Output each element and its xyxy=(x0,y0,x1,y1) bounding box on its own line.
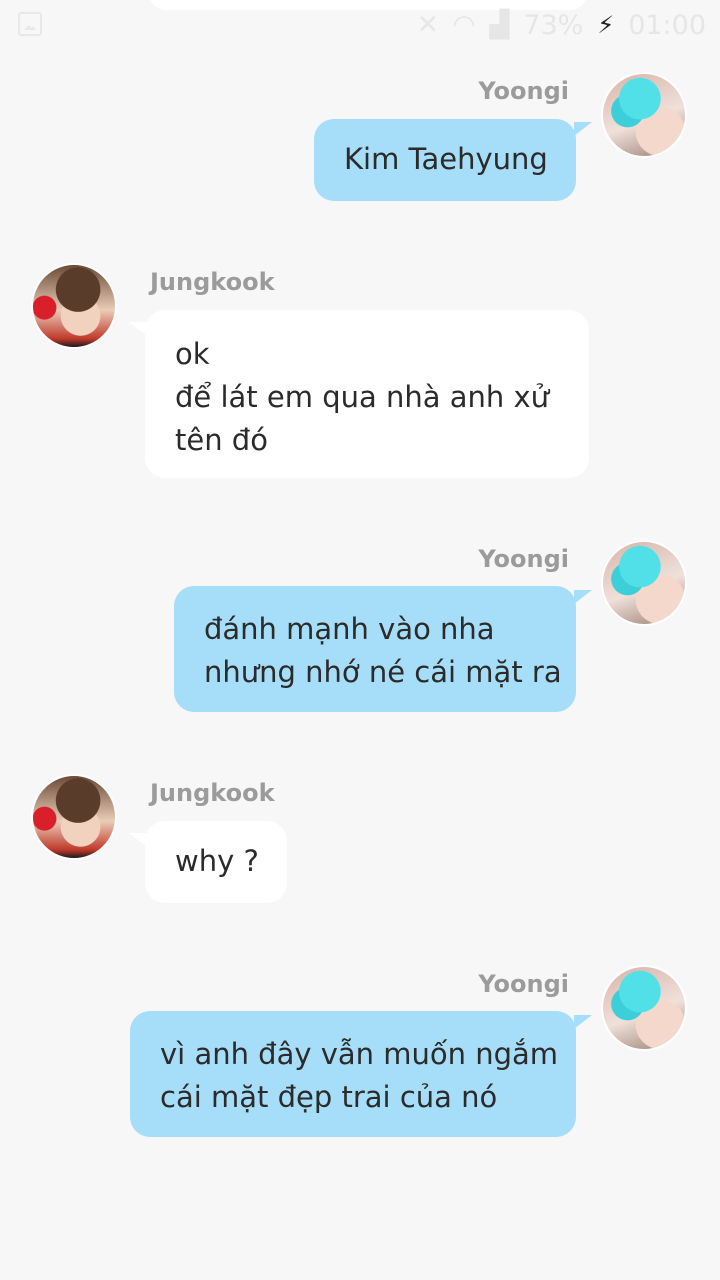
sender-name: Yoongi xyxy=(478,77,569,105)
avatar[interactable] xyxy=(601,72,687,158)
sender-name: Yoongi xyxy=(478,545,569,573)
clock: 01:00 xyxy=(628,9,706,41)
wifi-icon: ◠ xyxy=(452,10,476,40)
gallery-icon xyxy=(18,12,42,36)
message-line: tên đó xyxy=(175,423,268,457)
avatar[interactable] xyxy=(601,965,687,1051)
message-line: ok xyxy=(175,337,210,371)
mute-icon: ✕ xyxy=(416,10,439,40)
message-line: nhưng nhớ né cái mặt ra xyxy=(204,655,562,689)
charging-icon: ⚡ xyxy=(597,11,615,39)
bubble-tail xyxy=(574,590,592,604)
signal-icon: ▟ xyxy=(489,10,510,40)
message-bubble[interactable]: Kim Taehyung xyxy=(314,119,576,201)
bubble-tail xyxy=(574,122,592,136)
status-bar: ✕ ◠ ▟ 73% ⚡ 01:00 xyxy=(0,0,720,50)
message-line: để lát em qua nhà anh xử xyxy=(175,380,550,414)
avatar[interactable] xyxy=(601,540,687,626)
sender-name: Jungkook xyxy=(150,268,275,296)
sender-name: Yoongi xyxy=(478,970,569,998)
battery-level: 73% xyxy=(523,9,584,41)
message-line: cái mặt đẹp trai của nó xyxy=(160,1080,498,1114)
message-bubble[interactable]: đánh mạnh vào nha nhưng nhớ né cái mặt r… xyxy=(174,586,576,712)
message-line: vì anh đây vẫn muốn ngắm xyxy=(160,1037,559,1071)
message-line: đánh mạnh vào nha xyxy=(204,612,495,646)
bubble-tail xyxy=(129,833,147,847)
avatar[interactable] xyxy=(31,774,117,860)
message-line: why ? xyxy=(175,844,259,878)
message-line: Kim Taehyung xyxy=(344,142,548,176)
sender-name: Jungkook xyxy=(150,779,275,807)
message-bubble[interactable]: why ? xyxy=(145,821,287,903)
bubble-tail xyxy=(574,1015,592,1029)
message-bubble[interactable]: vì anh đây vẫn muốn ngắm cái mặt đẹp tra… xyxy=(130,1011,576,1137)
status-icons: ✕ ◠ ▟ 73% ⚡ 01:00 xyxy=(417,8,706,42)
avatar[interactable] xyxy=(31,263,117,349)
bubble-tail xyxy=(129,322,147,336)
message-bubble[interactable]: ok để lát em qua nhà anh xử tên đó xyxy=(145,310,589,478)
